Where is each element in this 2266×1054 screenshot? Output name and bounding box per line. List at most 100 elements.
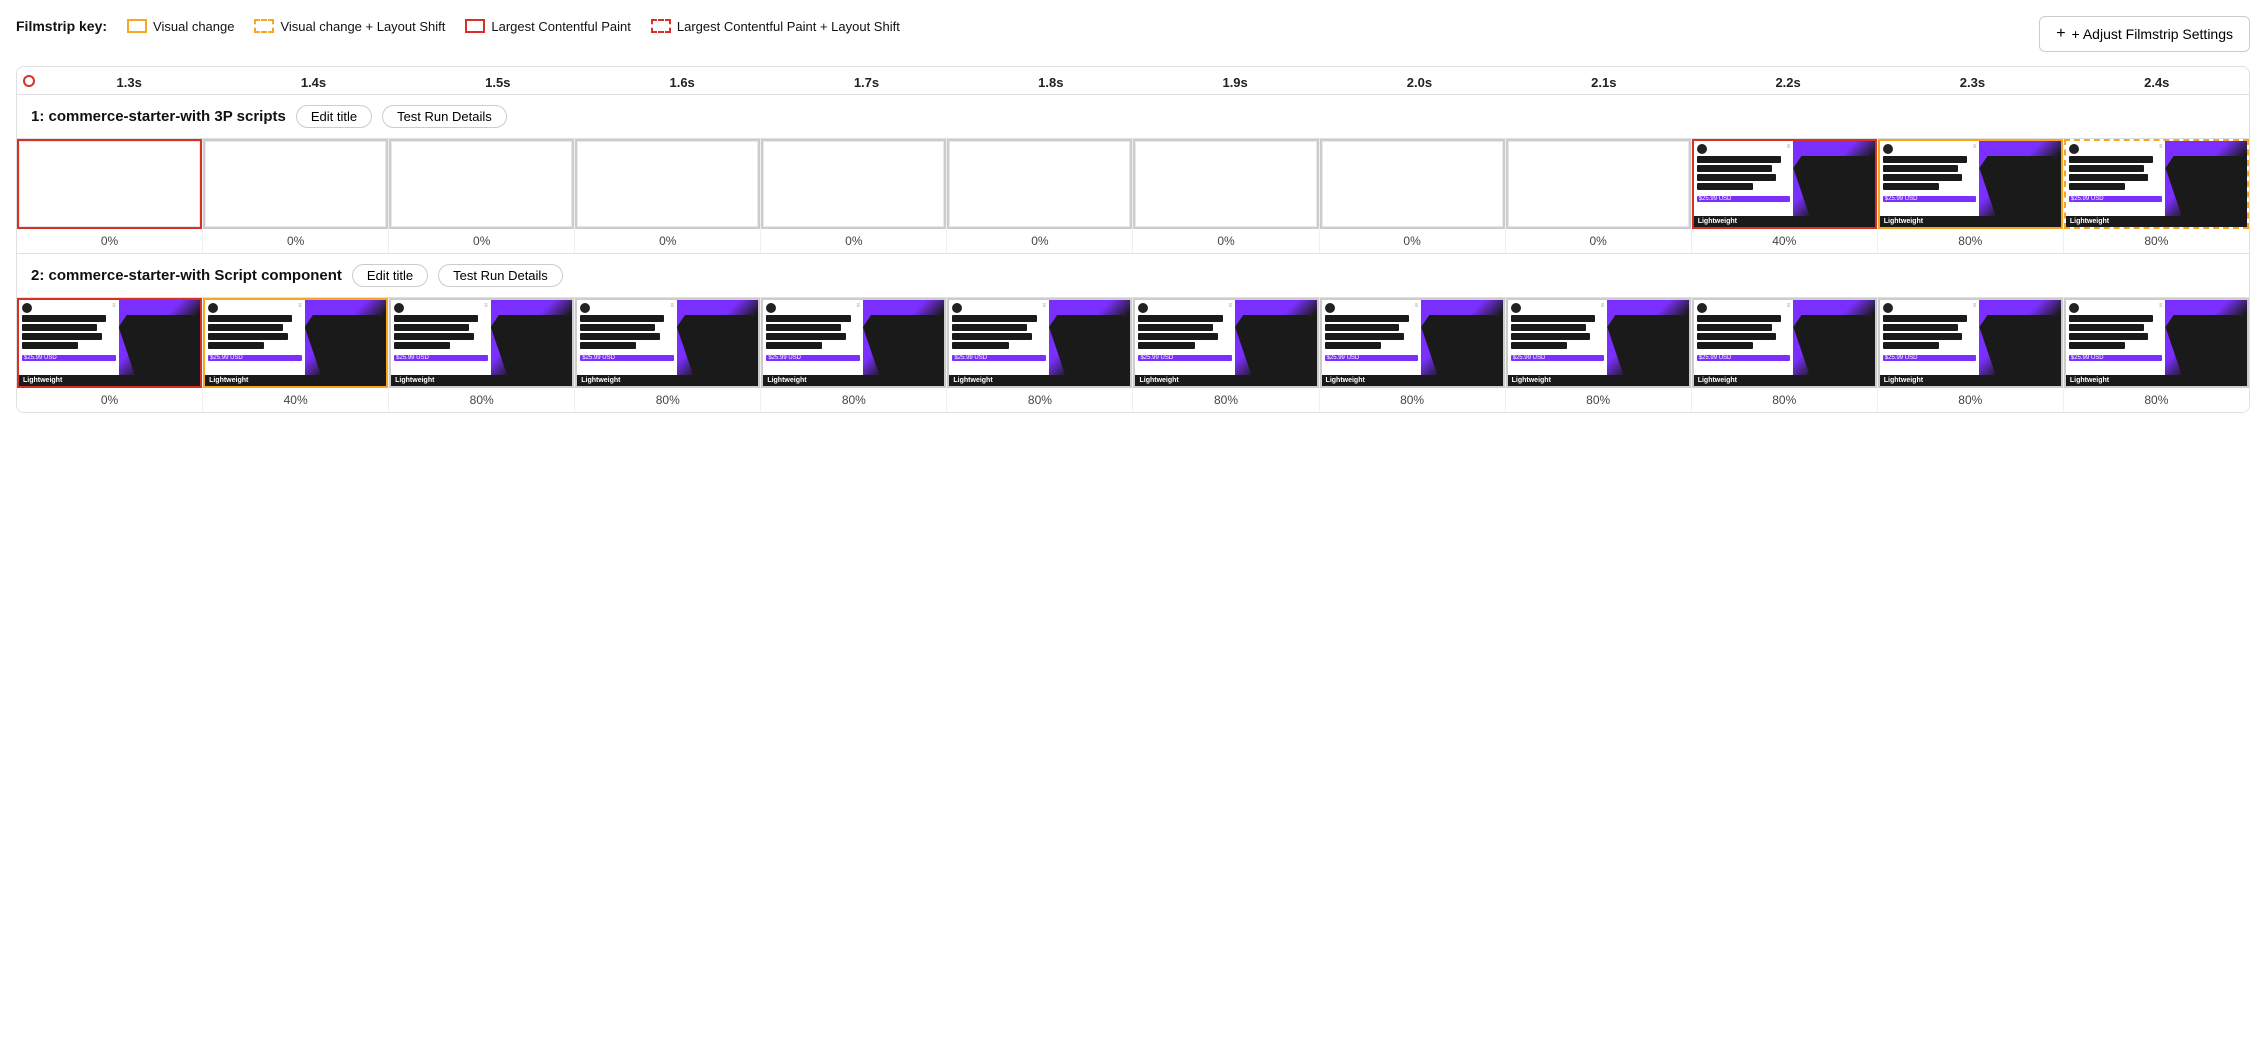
product-title-lines: $25.99 USD [394, 315, 488, 362]
frame-image[interactable] [17, 139, 202, 229]
product-badge: Lightweight [1694, 216, 1875, 227]
frame-cell: ≡ $25.99 USD Lightweight [1506, 298, 1692, 388]
empty-frame [19, 141, 200, 227]
test-run-details-button-1[interactable]: Test Run Details [382, 105, 507, 128]
product-badge: Lightweight [205, 375, 386, 386]
product-image [1979, 300, 2060, 375]
percentage-cell: 0% [1506, 229, 1692, 253]
product-card: ≡ $25.99 USD Lightweight [1508, 300, 1689, 386]
frame-image[interactable] [203, 139, 388, 229]
frame-image[interactable]: ≡ $25.99 USD Lightweight [761, 298, 946, 388]
empty-frame [205, 141, 386, 227]
edit-title-button-2[interactable]: Edit title [352, 264, 428, 287]
brand-icon [580, 303, 590, 313]
timeline-tick: 2.1s [1512, 75, 1696, 90]
percentage-cell: 0% [575, 229, 761, 253]
frame-image[interactable]: ≡ $25.99 USD Lightweight [1692, 139, 1877, 229]
section-header-2: 2: commerce-starter-with Script componen… [17, 254, 2249, 297]
frame-image[interactable]: ≡ $25.99 USD Lightweight [575, 298, 760, 388]
section-title-1: 1: commerce-starter-with 3P scripts [31, 108, 286, 125]
brand-icon [1511, 303, 1521, 313]
frame-image[interactable]: ≡ $25.99 USD Lightweight [947, 298, 1132, 388]
percentage-cell: 0% [947, 229, 1133, 253]
frame-image[interactable] [947, 139, 1132, 229]
product-card: ≡ $25.99 USD Lightweight [1880, 141, 2061, 227]
section-1: 1: commerce-starter-with 3P scripts Edit… [17, 95, 2249, 254]
frame-image[interactable]: ≡ $25.99 USD Lightweight [203, 298, 388, 388]
key-visual-change: Visual change [127, 19, 234, 34]
product-title-lines: $25.99 USD [1697, 156, 1791, 203]
product-price: $25.99 USD [1697, 355, 1791, 361]
shirt-shape [119, 315, 200, 375]
product-price: $25.99 USD [1511, 355, 1605, 361]
empty-frame [391, 141, 572, 227]
brand-icon [22, 303, 32, 313]
frame-image[interactable]: ≡ $25.99 USD Lightweight [1133, 298, 1318, 388]
frame-image[interactable]: ≡ $25.99 USD Lightweight [389, 298, 574, 388]
frame-image[interactable]: ≡ $25.99 USD Lightweight [2064, 298, 2249, 388]
product-badge: Lightweight [577, 375, 758, 386]
percentage-cell: 0% [389, 229, 575, 253]
product-title-lines: $25.99 USD [2069, 156, 2163, 203]
timeline-start-dot [23, 75, 35, 87]
frame-image[interactable]: ≡ $25.99 USD Lightweight [1506, 298, 1691, 388]
product-price: $25.99 USD [394, 355, 488, 361]
frame-image[interactable] [761, 139, 946, 229]
timeline-tick: 1.8s [959, 75, 1143, 90]
timeline-tick: 1.5s [406, 75, 590, 90]
product-price: $25.99 USD [22, 355, 116, 361]
percentage-cell: 40% [1692, 229, 1878, 253]
product-image [491, 300, 572, 375]
key-visual-change-ls: Visual change + Layout Shift [254, 19, 445, 34]
product-badge: Lightweight [1508, 375, 1689, 386]
product-badge: Lightweight [1322, 375, 1503, 386]
percentage-cell: 80% [2064, 229, 2249, 253]
frame-cell: ≡ $25.99 USD Lightweight [389, 298, 575, 388]
percentage-cell: 0% [1320, 229, 1506, 253]
test-run-details-button-2[interactable]: Test Run Details [438, 264, 563, 287]
percentage-cell: 80% [1133, 388, 1319, 412]
frame-image[interactable]: ≡ $25.99 USD Lightweight [1878, 298, 2063, 388]
frame-cell: ≡ $25.99 USD Lightweight [1692, 298, 1878, 388]
frame-image[interactable] [575, 139, 760, 229]
brand-icon [2069, 303, 2079, 313]
adjust-filmstrip-label: + Adjust Filmstrip Settings [2072, 26, 2233, 42]
product-price: $25.99 USD [1883, 196, 1977, 202]
frame-image[interactable] [389, 139, 574, 229]
adjust-filmstrip-button[interactable]: + + Adjust Filmstrip Settings [2039, 16, 2250, 52]
product-image [1421, 300, 1502, 375]
section-title-2: 2: commerce-starter-with Script componen… [31, 267, 342, 284]
product-image [1793, 141, 1874, 216]
frame-image[interactable]: ≡ $25.99 USD Lightweight [1878, 139, 2063, 229]
percentage-cell: 80% [389, 388, 575, 412]
product-price: $25.99 USD [1138, 355, 1232, 361]
filmstrip-row-2: ≡ $25.99 USD Lightweight [17, 297, 2249, 388]
filmstrip-key: Filmstrip key: Visual change Visual chan… [16, 18, 900, 34]
percentage-cell: 80% [1878, 388, 2064, 412]
frame-cell: ≡ $25.99 USD Lightweight [17, 298, 203, 388]
percentage-cell: 0% [17, 388, 203, 412]
timeline-ticks: 1.3s1.4s1.5s1.6s1.7s1.8s1.9s2.0s2.1s2.2s… [17, 75, 2249, 90]
product-card: ≡ $25.99 USD Lightweight [1694, 300, 1875, 386]
brand-icon [1883, 144, 1893, 154]
frame-image[interactable]: ≡ $25.99 USD Lightweight [1692, 298, 1877, 388]
frame-image[interactable]: ≡ $25.99 USD Lightweight [17, 298, 202, 388]
product-badge: Lightweight [1694, 375, 1875, 386]
frame-cell: ≡ $25.99 USD Lightweight [203, 298, 389, 388]
key-lcp-ls: Largest Contentful Paint + Layout Shift [651, 19, 900, 34]
shirt-shape [1235, 315, 1316, 375]
frame-image[interactable]: ≡ $25.99 USD Lightweight [2064, 139, 2249, 229]
frame-image[interactable]: ≡ $25.99 USD Lightweight [1320, 298, 1505, 388]
product-card: ≡ $25.99 USD Lightweight [949, 300, 1130, 386]
key-lcp-ls-label: Largest Contentful Paint + Layout Shift [677, 19, 900, 34]
frame-cell [203, 139, 389, 229]
frame-image[interactable] [1506, 139, 1691, 229]
percentage-cell: 80% [761, 388, 947, 412]
frame-image[interactable] [1133, 139, 1318, 229]
edit-title-button-1[interactable]: Edit title [296, 105, 372, 128]
frame-cell [389, 139, 575, 229]
frame-cell [17, 139, 203, 229]
timeline-tick: 1.6s [590, 75, 774, 90]
frame-image[interactable] [1320, 139, 1505, 229]
timeline-tick: 2.0s [1327, 75, 1511, 90]
